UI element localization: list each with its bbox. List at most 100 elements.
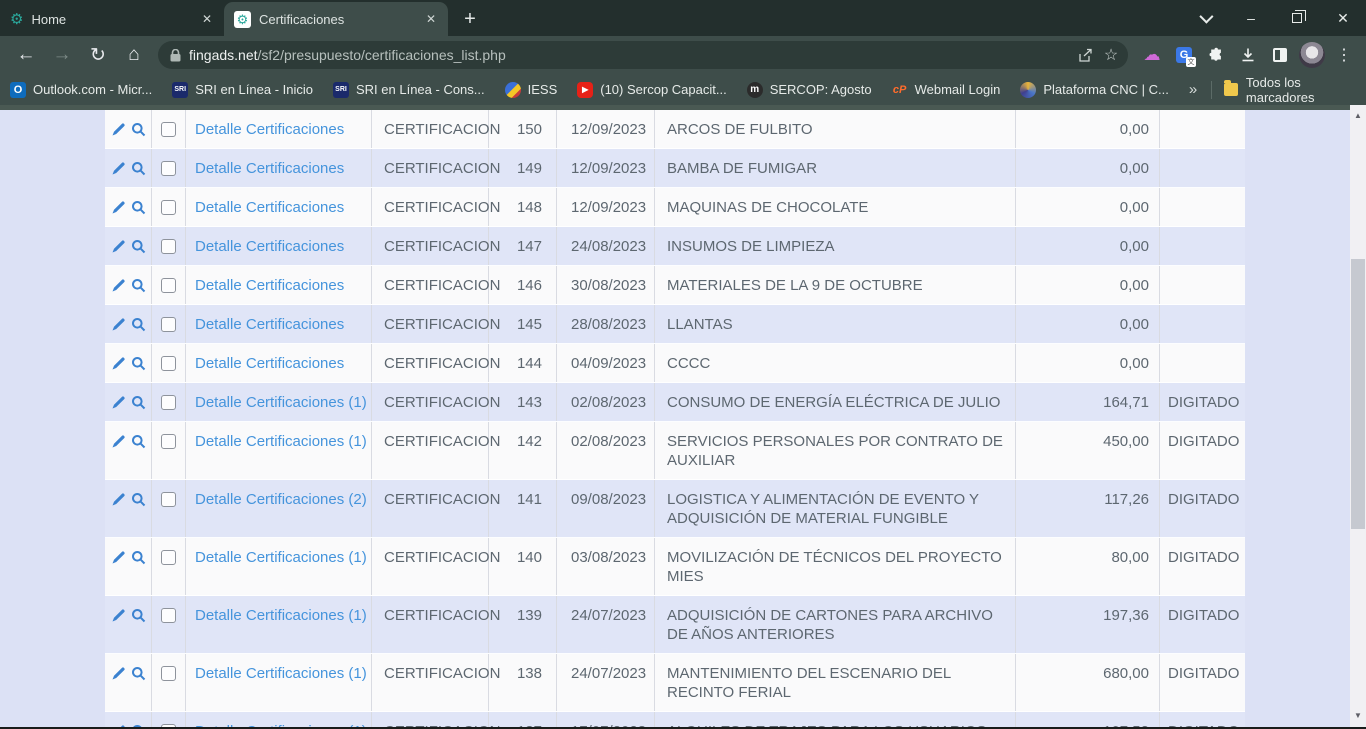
view-magnifier-icon[interactable] bbox=[131, 608, 146, 623]
edit-pencil-icon[interactable] bbox=[111, 395, 126, 410]
tab-home[interactable]: ⚙ Home ✕ bbox=[0, 2, 224, 36]
tipo-cell: CERTIFICACION bbox=[372, 712, 489, 727]
edit-pencil-icon[interactable] bbox=[111, 278, 126, 293]
scrollbar-thumb[interactable] bbox=[1351, 259, 1365, 529]
edit-pencil-icon[interactable] bbox=[111, 317, 126, 332]
edit-pencil-icon[interactable] bbox=[111, 161, 126, 176]
detail-certifications-link[interactable]: Detalle Certificaciones (1) bbox=[195, 394, 367, 411]
edit-pencil-icon[interactable] bbox=[111, 239, 126, 254]
tab-search-chevron-icon[interactable] bbox=[1182, 0, 1228, 36]
view-magnifier-icon[interactable] bbox=[131, 161, 146, 176]
detail-certifications-link[interactable]: Detalle Certificaciones (1) bbox=[195, 549, 367, 566]
scroll-up-arrow-icon[interactable]: ▲ bbox=[1350, 107, 1366, 123]
edit-pencil-icon[interactable] bbox=[111, 550, 126, 565]
detail-certifications-link[interactable]: Detalle Certificaciones bbox=[195, 238, 344, 255]
row-checkbox-cell bbox=[152, 149, 186, 187]
row-checkbox[interactable] bbox=[161, 239, 176, 254]
view-magnifier-icon[interactable] bbox=[131, 434, 146, 449]
row-checkbox[interactable] bbox=[161, 395, 176, 410]
row-checkbox-cell bbox=[152, 422, 186, 479]
bookmark-item[interactable]: IESS bbox=[505, 82, 558, 98]
bookmark-item[interactable]: Outlook.com - Micr... bbox=[10, 82, 152, 98]
detail-certifications-link[interactable]: Detalle Certificaciones bbox=[195, 316, 344, 333]
view-magnifier-icon[interactable] bbox=[131, 200, 146, 215]
detail-certifications-link[interactable]: Detalle Certificaciones bbox=[195, 121, 344, 138]
view-magnifier-icon[interactable] bbox=[131, 492, 146, 507]
detail-certifications-link[interactable]: Detalle Certificaciones (1) bbox=[195, 607, 367, 624]
bookmark-item[interactable]: SRI en Línea - Inicio bbox=[172, 82, 313, 98]
detail-certifications-link[interactable]: Detalle Certificaciones bbox=[195, 355, 344, 372]
edit-pencil-icon[interactable] bbox=[111, 122, 126, 137]
row-checkbox[interactable] bbox=[161, 356, 176, 371]
bookmark-item[interactable]: Webmail Login bbox=[892, 82, 1001, 98]
detail-certifications-link[interactable]: Detalle Certificaciones bbox=[195, 277, 344, 294]
row-checkbox[interactable] bbox=[161, 122, 176, 137]
row-checkbox[interactable] bbox=[161, 278, 176, 293]
edit-pencil-icon[interactable] bbox=[111, 200, 126, 215]
detail-certifications-link[interactable]: Detalle Certificaciones (2) bbox=[195, 491, 367, 508]
row-checkbox[interactable] bbox=[161, 666, 176, 681]
back-button[interactable]: ← bbox=[11, 40, 41, 70]
address-bar[interactable]: fingads.net/sf2/presupuesto/certificacio… bbox=[158, 41, 1128, 69]
extensions-puzzle-icon[interactable] bbox=[1202, 41, 1230, 69]
edit-pencil-icon[interactable] bbox=[111, 434, 126, 449]
bookmark-item[interactable]: Plataforma CNC | C... bbox=[1020, 82, 1168, 98]
minimize-button[interactable]: – bbox=[1228, 0, 1274, 36]
detail-certifications-link[interactable]: Detalle Certificaciones (1) bbox=[195, 665, 367, 682]
descripcion-cell: MATERIALES DE LA 9 DE OCTUBRE bbox=[655, 266, 1016, 304]
edit-pencil-icon[interactable] bbox=[111, 356, 126, 371]
share-icon[interactable] bbox=[1072, 42, 1098, 68]
all-bookmarks-label[interactable]: Todos los marcadores bbox=[1246, 75, 1356, 105]
scroll-down-arrow-icon[interactable]: ▼ bbox=[1350, 707, 1366, 723]
edit-pencil-icon[interactable] bbox=[111, 492, 126, 507]
row-checkbox[interactable] bbox=[161, 434, 176, 449]
row-checkbox[interactable] bbox=[161, 161, 176, 176]
translate-extension-icon[interactable]: G bbox=[1170, 41, 1198, 69]
bookmark-item[interactable]: (10) Sercop Capacit... bbox=[577, 82, 726, 98]
edit-pencil-icon[interactable] bbox=[111, 666, 126, 681]
numero-cell: 147 bbox=[489, 227, 557, 265]
row-checkbox[interactable] bbox=[161, 608, 176, 623]
close-button[interactable]: ✕ bbox=[1320, 0, 1366, 36]
view-magnifier-icon[interactable] bbox=[131, 550, 146, 565]
estado-cell bbox=[1160, 305, 1245, 343]
profile-avatar[interactable] bbox=[1298, 41, 1326, 69]
browser-menu-icon[interactable]: ⋮ bbox=[1330, 41, 1358, 69]
row-checkbox[interactable] bbox=[161, 317, 176, 332]
view-magnifier-icon[interactable] bbox=[131, 666, 146, 681]
view-magnifier-icon[interactable] bbox=[131, 278, 146, 293]
restore-button[interactable] bbox=[1274, 0, 1320, 36]
bookmarks-overflow-icon[interactable]: » bbox=[1189, 81, 1197, 98]
tab-close-icon[interactable]: ✕ bbox=[198, 10, 216, 28]
view-magnifier-icon[interactable] bbox=[131, 356, 146, 371]
view-magnifier-icon[interactable] bbox=[131, 122, 146, 137]
new-tab-button[interactable]: + bbox=[456, 5, 484, 33]
downloads-icon[interactable] bbox=[1234, 41, 1262, 69]
tab-close-icon[interactable]: ✕ bbox=[422, 10, 440, 28]
row-checkbox[interactable] bbox=[161, 492, 176, 507]
bookmark-favicon bbox=[333, 82, 349, 98]
row-checkbox[interactable] bbox=[161, 550, 176, 565]
table-row: Detalle Certificaciones (1) CERTIFICACIO… bbox=[105, 596, 1245, 654]
detail-certifications-link[interactable]: Detalle Certificaciones bbox=[195, 199, 344, 216]
detail-certifications-link[interactable]: Detalle Certificaciones bbox=[195, 160, 344, 177]
bookmark-label: IESS bbox=[528, 82, 558, 97]
tab-certificaciones[interactable]: ⚙ Certificaciones ✕ bbox=[224, 2, 448, 36]
home-button[interactable]: ⌂ bbox=[119, 40, 149, 70]
table-row: Detalle Certificaciones CERTIFICACION 14… bbox=[105, 149, 1245, 188]
edit-pencil-icon[interactable] bbox=[111, 608, 126, 623]
row-checkbox[interactable] bbox=[161, 200, 176, 215]
detail-certifications-link[interactable]: Detalle Certificaciones (1) bbox=[195, 433, 367, 450]
view-magnifier-icon[interactable] bbox=[131, 317, 146, 332]
side-panel-icon[interactable] bbox=[1266, 41, 1294, 69]
view-magnifier-icon[interactable] bbox=[131, 239, 146, 254]
bookmark-item[interactable]: SERCOP: Agosto bbox=[747, 82, 872, 98]
reload-button[interactable]: ↻ bbox=[83, 40, 113, 70]
bookmark-item[interactable]: SRI en Línea - Cons... bbox=[333, 82, 485, 98]
view-magnifier-icon[interactable] bbox=[131, 395, 146, 410]
estado-cell bbox=[1160, 149, 1245, 187]
forward-button[interactable]: → bbox=[47, 40, 77, 70]
bookmark-star-icon[interactable]: ☆ bbox=[1098, 42, 1124, 68]
weather-extension-icon[interactable]: ☁ bbox=[1138, 41, 1166, 69]
vertical-scrollbar[interactable]: ▲ ▼ bbox=[1350, 105, 1366, 727]
